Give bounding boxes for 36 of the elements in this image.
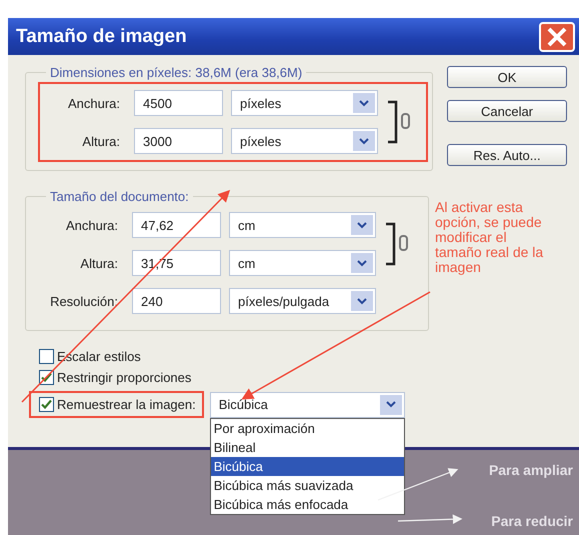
annotation-label: Para reducir <box>491 513 573 529</box>
menu-item[interactable]: Bicúbica más enfocada <box>210 494 404 514</box>
group-title: Dimensiones en píxeles: 38,6M (era 38,6M) <box>49 65 304 80</box>
unit-dropdown[interactable]: píxeles <box>231 128 378 154</box>
group-title: Tamaño del documento: <box>49 189 190 204</box>
annotation-arrow <box>398 514 462 524</box>
field-label: Anchura: <box>64 218 119 232</box>
window-title: Tamaño de imagen <box>16 26 187 48</box>
close-button[interactable] <box>539 22 575 52</box>
field-label: Resolución: <box>49 294 119 308</box>
value-field[interactable]: 240 <box>132 288 221 314</box>
close-icon <box>546 26 568 46</box>
dialog-button[interactable]: Res. Auto... <box>447 144 567 166</box>
unit-dropdown[interactable]: píxeles/pulgada <box>229 288 376 314</box>
checkbox[interactable] <box>39 397 54 412</box>
menu-item[interactable]: Bicúbica <box>210 456 404 476</box>
annotation-note: Al activar esta opción, se puede modificar el tamaño real de la imagen <box>435 200 544 275</box>
value-field[interactable]: 47,62 <box>132 212 221 238</box>
unit-dropdown[interactable]: cm <box>229 250 376 276</box>
checkbox-label: Remuestrear la imagen: <box>57 397 196 412</box>
menu-item[interactable]: Bilineal <box>210 438 404 456</box>
dialog-button[interactable]: Cancelar <box>447 100 567 122</box>
dialog-button[interactable]: OK <box>447 66 567 88</box>
unit-dropdown[interactable]: cm <box>229 212 376 238</box>
checkbox-label: Restringir proporciones <box>57 370 192 385</box>
annotation-label: Para ampliar <box>488 462 573 478</box>
field-label: Anchura: <box>66 96 121 110</box>
checkbox[interactable] <box>39 349 54 364</box>
menu-item[interactable]: Bicúbica más suavizada <box>210 476 404 494</box>
unit-dropdown[interactable]: píxeles <box>231 90 378 116</box>
value-field[interactable]: 4500 <box>134 90 223 116</box>
field-label: Altura: <box>79 256 119 270</box>
value-field[interactable]: 3000 <box>134 128 223 154</box>
field-label: Altura: <box>81 134 121 148</box>
menu-item[interactable]: Por aproximación <box>210 418 404 438</box>
resample-dropdown[interactable]: Bicúbica <box>210 392 405 418</box>
